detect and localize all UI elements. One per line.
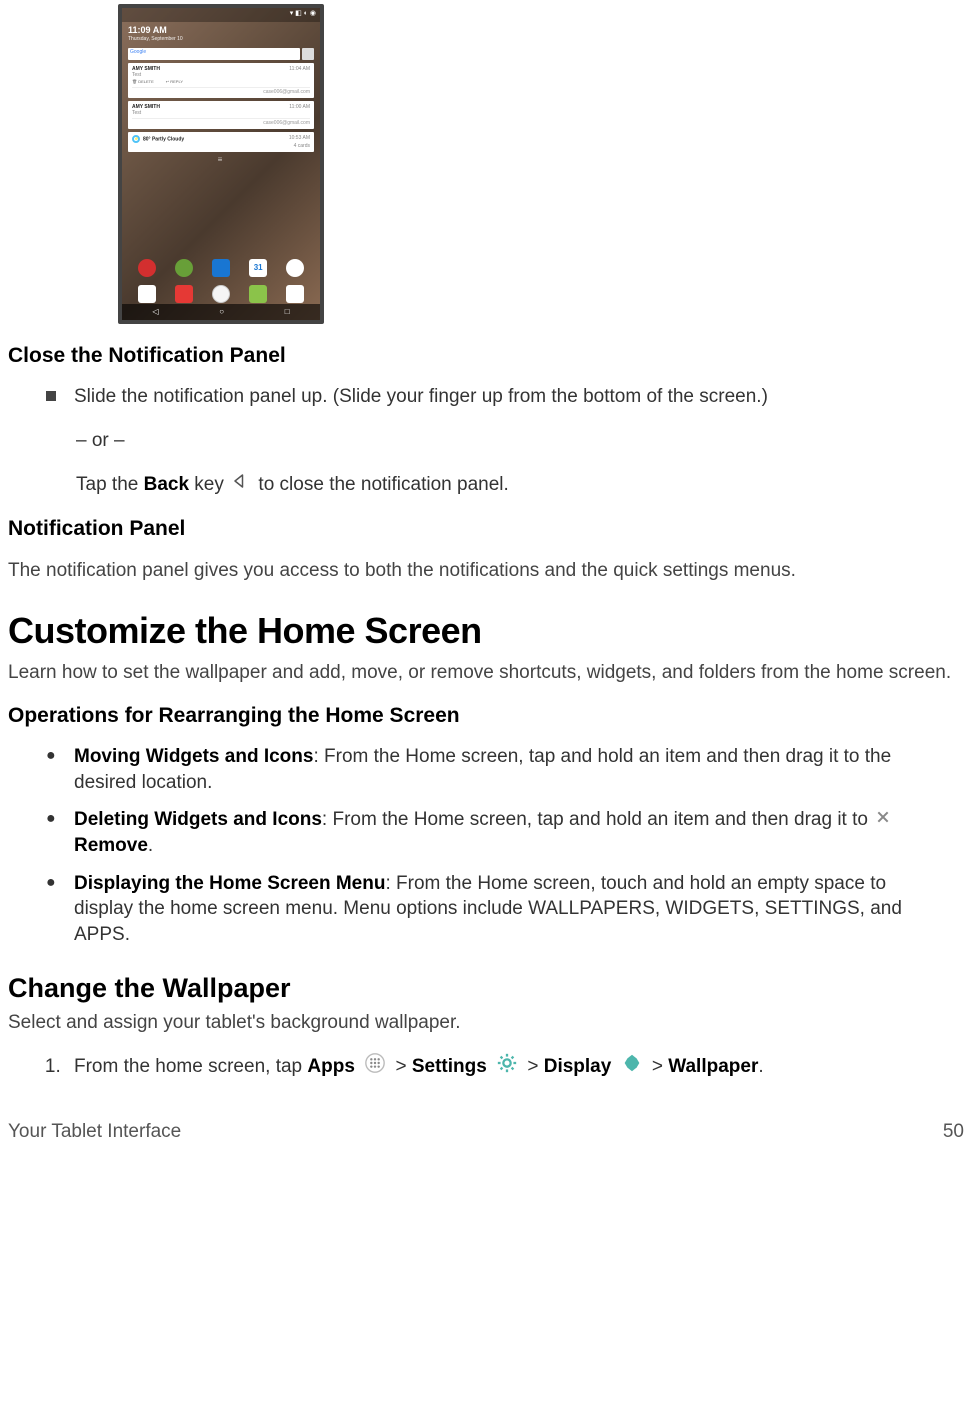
notification-card: AMY SMITH 11:04 AM Test 🗑 DELETE ↩ REPLY c… [128,63,314,98]
text-bold: Settings [412,1056,487,1077]
paragraph: Learn how to set the wallpaper and add, … [8,660,966,686]
app-dock [122,285,320,304]
text: From the home screen, tap [74,1056,307,1077]
page-footer: Your Tablet Interface 50 [8,1119,966,1151]
text-bold: Deleting Widgets and Icons [74,809,322,830]
back-key-icon [232,472,250,498]
bullet-icon: ● [46,807,56,858]
nav-back-icon: ◁ [152,307,158,318]
search-bar: Google [128,48,314,60]
status-bar: ▾ ◧ ◐ ◉ [122,8,320,22]
weather-sub: 4 cards [132,143,310,149]
page-heading: Customize the Home Screen [8,607,966,656]
list-item: ● Deleting Widgets and Icons: From the H… [46,807,928,858]
text-bold: Display [544,1056,612,1077]
display-icon [621,1052,643,1082]
section-heading: Change the Wallpaper [8,970,966,1006]
remove-x-icon [875,807,891,833]
notif-body: Test [132,110,310,116]
nav-home-icon: ○ [219,307,224,318]
paragraph: Select and assign your tablet's backgrou… [8,1010,966,1036]
list-item: From the home screen, tap Apps > Setting… [66,1052,966,1082]
text: : From the Home screen, tap and hold an … [322,809,873,830]
text-bold: Displaying the Home Screen Menu [74,873,385,894]
text: to close the notification panel. [253,474,509,495]
notification-card: AMY SMITH 11:00 AM Test case006@gmail.com [128,101,314,129]
apps-icon [364,1052,386,1082]
separator: > [395,1056,411,1077]
text-bold: Remove [74,835,148,856]
search-box: Google [128,48,300,60]
mic-icon [302,48,314,60]
weather-time: 10:53 AM [289,135,310,143]
notif-account: case006@gmail.com [132,118,310,126]
notif-time: 11:04 AM [289,66,310,72]
lock-header: 11:09 AM Thursday, September 10 [122,22,320,45]
weather-card: 80° Partly Cloudy 10:53 AM 4 cards [128,132,314,152]
nav-bar: ◁ ○ □ [122,304,320,320]
clock-time: 11:09 AM [128,24,314,36]
text-bold: Moving Widgets and Icons [74,746,313,767]
bullet-icon: ● [46,871,56,948]
reply-action: ↩ REPLY [166,80,183,85]
drag-handle-icon: ≡ [122,155,320,166]
paragraph: The notification panel gives you access … [8,558,966,584]
notif-sender: AMY SMITH [132,104,160,110]
section-heading: Notification Panel [8,515,966,543]
list-item: ● Displaying the Home Screen Menu: From … [46,871,928,948]
list-item: Slide the notification panel up. (Slide … [46,384,966,410]
ordered-list: From the home screen, tap Apps > Setting… [66,1052,966,1082]
text: . [148,835,153,856]
section-heading: Operations for Rearranging the Home Scre… [8,702,966,730]
nav-recent-icon: □ [285,307,290,318]
paragraph: – or – [76,428,966,454]
text-bold: Apps [307,1056,355,1077]
text-bold: Wallpaper [668,1056,758,1077]
separator: > [652,1056,668,1077]
notif-time: 11:00 AM [289,104,310,110]
notif-body: Test [132,72,310,78]
text: Tap the [76,474,144,495]
settings-gear-icon [496,1052,518,1082]
device-screenshot: ▾ ◧ ◐ ◉ 11:09 AM Thursday, September 10 … [118,4,966,324]
list-item: ● Moving Widgets and Icons: From the Hom… [46,744,928,795]
text: key [189,474,229,495]
weather-text: 80° Partly Cloudy [143,136,184,142]
notif-sender: AMY SMITH [132,66,160,72]
delete-action: 🗑 DELETE [132,80,154,85]
square-bullet-icon [46,391,56,401]
text-bold: Back [144,474,189,495]
footer-title: Your Tablet Interface [8,1119,181,1145]
page-number: 50 [943,1119,964,1145]
notif-account: case006@gmail.com [132,87,310,95]
separator: > [527,1056,543,1077]
list-text: Slide the notification panel up. (Slide … [74,386,768,407]
clock-date: Thursday, September 10 [128,36,314,43]
paragraph: Tap the Back key to close the notificati… [76,472,966,498]
weather-icon [132,135,140,143]
section-heading: Close the Notification Panel [8,342,966,370]
text: . [758,1056,763,1077]
app-rail: 31 [122,259,320,278]
bullet-icon: ● [46,744,56,795]
